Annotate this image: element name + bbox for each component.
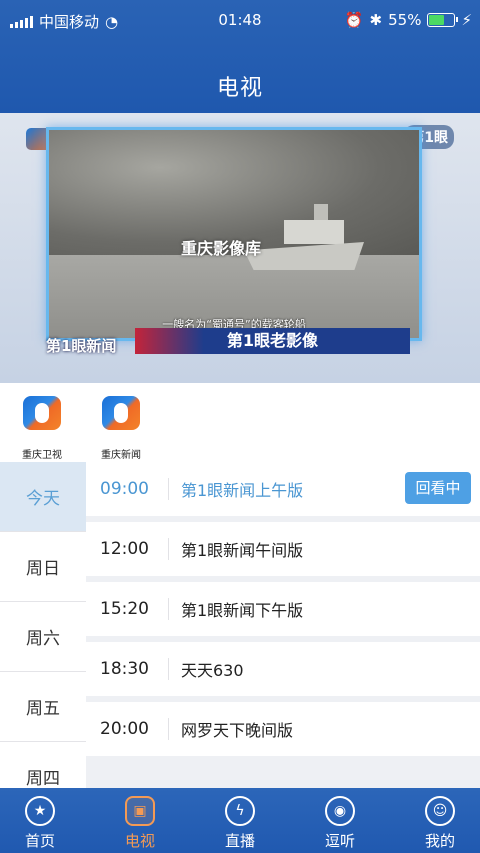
replay-button[interactable]: 回看中 <box>405 472 471 504</box>
program-title: 天天630 <box>181 661 244 680</box>
program-title: 第1眼新闻午间版 <box>181 541 304 560</box>
broadcast-icon: ◉ <box>325 796 355 826</box>
day-thursday[interactable]: 周四 <box>0 742 86 788</box>
battery-percent: 55% <box>388 11 422 29</box>
tab-label: 电视 <box>124 832 155 850</box>
video-frame: 重庆影像库 一艘名为“蜀通号”的载客轮船 <box>46 127 422 341</box>
video-watermark: 重庆影像库 <box>181 239 262 258</box>
day-sunday[interactable]: 周日 <box>0 532 86 602</box>
tab-label: 逗听 <box>324 832 355 850</box>
schedule-row[interactable]: 18:30 天天630 <box>86 642 480 696</box>
tab-profile[interactable]: ☺ 我的 <box>400 796 480 851</box>
program-time: 09:00 <box>86 478 169 500</box>
channel-logo-icon <box>23 396 61 430</box>
video-player[interactable]: 新闻 第1眼 重庆影像库 一艘名为“蜀通号”的载客轮船 第1眼新闻 第1眼老影像 <box>0 113 480 383</box>
star-icon: ★ <box>25 796 55 826</box>
day-selector: 今天 周日 周六 周五 周四 <box>0 462 86 788</box>
page-title: 电视 <box>216 76 263 101</box>
tab-tv[interactable]: ▣ 电视 <box>100 796 180 851</box>
tab-home[interactable]: ★ 首页 <box>0 796 80 851</box>
program-title: 网罗天下晚间版 <box>181 721 294 740</box>
program-brand: 第1眼新闻 <box>46 337 117 355</box>
tab-label: 首页 <box>24 832 55 850</box>
tab-live[interactable]: ϟ 直播 <box>200 796 280 851</box>
day-saturday[interactable]: 周六 <box>0 602 86 672</box>
program-time: 15:20 <box>86 598 169 620</box>
channel-item-cqtv[interactable]: 重庆卫视 <box>2 396 82 461</box>
channel-name: 重庆新闻 <box>101 450 141 461</box>
charging-icon: ⚡ <box>461 11 472 29</box>
schedule-row[interactable]: 15:20 第1眼新闻下午版 <box>86 582 480 636</box>
program-time: 18:30 <box>86 658 169 680</box>
schedule-row[interactable]: 12:00 第1眼新闻午间版 <box>86 522 480 576</box>
schedule-row[interactable]: 20:00 网罗天下晚间版 <box>86 702 480 756</box>
ship-image <box>244 200 364 270</box>
channel-list: 重庆卫视 重庆新闻 <box>0 383 480 469</box>
video-caption: 第1眼老影像 <box>135 328 410 354</box>
channel-item-cqnews[interactable]: 重庆新闻 <box>81 396 161 461</box>
tab-label: 我的 <box>424 832 455 850</box>
schedule-row[interactable]: 09:00 第1眼新闻上午版 回看中 <box>86 462 480 516</box>
tab-bar: ★ 首页 ▣ 电视 ϟ 直播 ◉ 逗听 ☺ 我的 <box>0 788 480 853</box>
tab-listen[interactable]: ◉ 逗听 <box>300 796 380 851</box>
day-today[interactable]: 今天 <box>0 462 86 532</box>
program-title: 第1眼新闻上午版 <box>181 481 304 500</box>
tv-icon: ▣ <box>125 796 155 826</box>
channel-logo-icon <box>102 396 140 430</box>
battery-icon <box>427 13 459 27</box>
day-friday[interactable]: 周五 <box>0 672 86 742</box>
tab-label: 直播 <box>224 832 255 850</box>
bluetooth-icon: ✱ <box>369 11 383 29</box>
channel-name: 重庆卫视 <box>22 450 62 461</box>
program-time: 12:00 <box>86 538 169 560</box>
lightning-icon: ϟ <box>225 796 255 826</box>
app-header: 中国移动 ◔ 01:48 ⏰ ✱ 55% ⚡ 电视 <box>0 0 480 113</box>
alarm-icon: ⏰ <box>344 11 364 29</box>
user-icon: ☺ <box>425 796 455 826</box>
program-title: 第1眼新闻下午版 <box>181 601 304 620</box>
program-schedule: 09:00 第1眼新闻上午版 回看中 12:00 第1眼新闻午间版 15:20 … <box>86 462 480 788</box>
status-bar: 中国移动 ◔ 01:48 ⏰ ✱ 55% ⚡ <box>0 0 480 40</box>
program-time: 20:00 <box>86 718 169 740</box>
